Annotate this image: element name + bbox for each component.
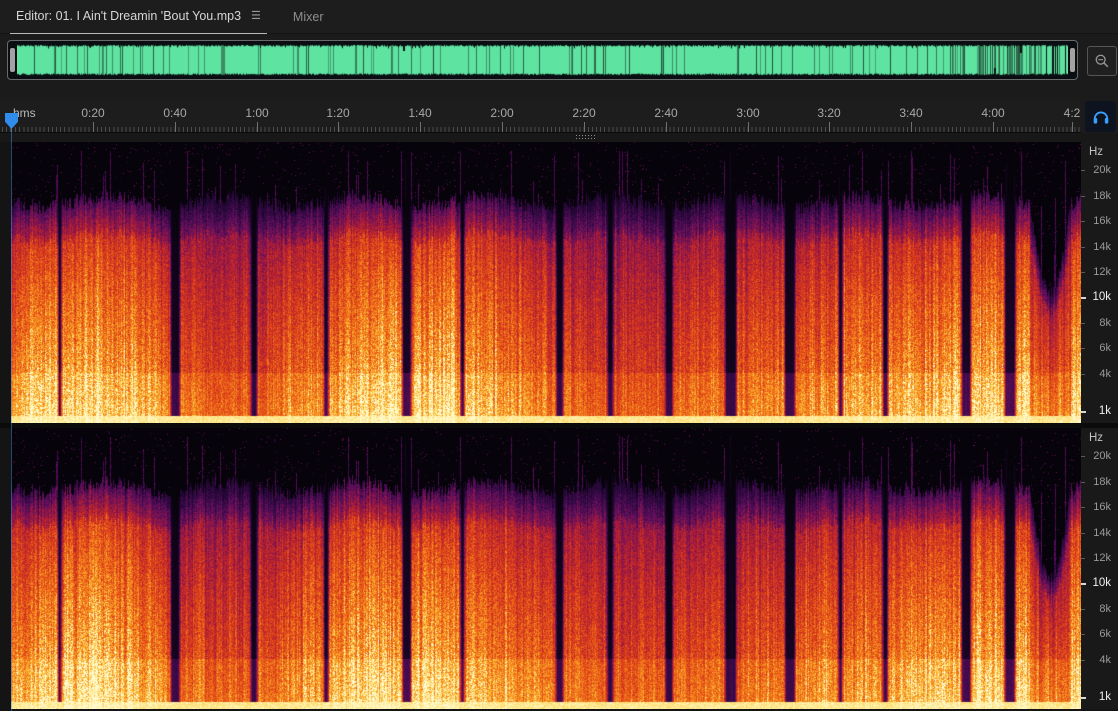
major-tick <box>748 122 749 132</box>
frequency-label: 12k <box>1093 552 1111 564</box>
frequency-label: 1k <box>1098 405 1111 417</box>
playhead-line <box>11 129 12 711</box>
major-tick <box>420 122 421 132</box>
spectrogram-canvas-left[interactable] <box>11 142 1081 423</box>
major-tick <box>584 122 585 132</box>
frequency-tick <box>1081 221 1085 222</box>
major-tick <box>1072 122 1073 132</box>
frequency-tick <box>1081 533 1085 534</box>
frequency-tick <box>1081 583 1086 585</box>
editor-tab-label: Editor: 01. I Ain't Dreamin 'Bout You.mp… <box>16 9 242 23</box>
selection-grip-dots[interactable] <box>575 134 597 140</box>
time-tick-label: 1:40 <box>408 106 432 120</box>
headphones-monitor-button[interactable] <box>1085 101 1116 132</box>
frequency-label: 10k <box>1092 577 1111 589</box>
major-tick <box>666 122 667 132</box>
navigator-left-handle[interactable] <box>10 48 15 72</box>
frequency-label: 14k <box>1093 241 1111 253</box>
frequency-label: 20k <box>1093 450 1111 462</box>
time-tick-label: 1:20 <box>326 106 350 120</box>
time-tick-label: 2:40 <box>654 106 678 120</box>
tab-editor[interactable]: Editor: 01. I Ain't Dreamin 'Bout You.mp… <box>10 0 267 34</box>
time-tick-label: 3:20 <box>817 106 841 120</box>
frequency-label: 6k <box>1099 628 1111 640</box>
major-tick <box>338 122 339 132</box>
frequency-tick <box>1081 507 1085 508</box>
frequency-tick <box>1081 323 1085 324</box>
frequency-label: 1k <box>1098 691 1111 703</box>
frequency-label: 12k <box>1093 266 1111 278</box>
frequency-tick <box>1081 374 1085 375</box>
major-tick <box>502 122 503 132</box>
frequency-label: 4k <box>1099 368 1111 380</box>
major-tick <box>257 122 258 132</box>
frequency-tick <box>1081 196 1085 197</box>
frequency-label: 16k <box>1093 501 1111 513</box>
frequency-tick <box>1081 558 1085 559</box>
major-tick <box>829 122 830 132</box>
frequency-tick <box>1081 297 1086 299</box>
navigator-right-handle[interactable] <box>1070 48 1075 72</box>
major-tick <box>93 122 94 132</box>
time-tick-label: 4:2 <box>1063 106 1081 120</box>
frequency-label: 18k <box>1093 190 1111 202</box>
audio-editor-window: Editor: 01. I Ain't Dreamin 'Bout You.mp… <box>0 0 1118 711</box>
panel-tab-bar: Editor: 01. I Ain't Dreamin 'Bout You.mp… <box>0 0 1118 34</box>
time-tick-label: 3:00 <box>736 106 760 120</box>
major-tick <box>911 122 912 132</box>
time-tick-label: 0:20 <box>81 106 105 120</box>
major-tick <box>993 122 994 132</box>
time-tick-label: 3:40 <box>899 106 923 120</box>
frequency-label: 10k <box>1092 291 1111 303</box>
zoom-navigator-icon <box>1095 54 1109 68</box>
frequency-tick <box>1081 482 1085 483</box>
time-tick-label: 1:00 <box>245 106 269 120</box>
subruler-strip <box>0 133 1118 142</box>
time-tick-label: 4:00 <box>981 106 1005 120</box>
frequency-tick <box>1081 272 1085 273</box>
frequency-unit-label: Hz <box>1089 432 1104 444</box>
frequency-label: 16k <box>1093 215 1111 227</box>
frequency-label: 8k <box>1099 317 1111 329</box>
time-tick-label: 0:40 <box>163 106 187 120</box>
time-tick-label: 2:20 <box>572 106 596 120</box>
frequency-label: 6k <box>1099 342 1111 354</box>
frequency-tick <box>1081 411 1086 413</box>
frequency-tick <box>1081 609 1085 610</box>
time-ruler[interactable]: hms 0:20 0:40 1:00 1:20 1:40 2:00 2:20 2:40 3:00… <box>0 100 1081 133</box>
frequency-label: 8k <box>1099 603 1111 615</box>
frequency-tick <box>1081 247 1085 248</box>
ruler-tickstrip <box>0 127 1081 132</box>
panel-menu-icon[interactable]: ☰ <box>251 10 261 22</box>
frequency-tick <box>1081 660 1085 661</box>
spectrogram-canvas-right[interactable] <box>11 428 1081 709</box>
frequency-label: 20k <box>1093 164 1111 176</box>
frequency-unit-label: Hz <box>1089 146 1104 158</box>
overview-waveform-canvas[interactable] <box>17 43 1068 77</box>
time-tick-label: 2:00 <box>490 106 514 120</box>
zoom-navigator-button[interactable] <box>1087 46 1117 76</box>
frequency-label: 14k <box>1093 527 1111 539</box>
headphones-monitor-icon <box>1093 111 1108 124</box>
frequency-tick <box>1081 634 1085 635</box>
tab-mixer[interactable]: Mixer <box>293 10 324 24</box>
frequency-tick <box>1081 170 1085 171</box>
major-tick <box>175 122 176 132</box>
zoom-navigator-strip[interactable] <box>7 40 1078 80</box>
frequency-tick <box>1081 697 1086 699</box>
frequency-label: 4k <box>1099 654 1111 666</box>
frequency-scale-left[interactable]: Hz 20k 18k 16k 14k 12k 10k 8k 6k 4k 1k <box>1081 142 1118 423</box>
frequency-scale-right[interactable]: Hz 20k 18k 16k 14k 12k 10k 8k 6k 4k 1k <box>1081 428 1118 709</box>
frequency-label: 18k <box>1093 476 1111 488</box>
frequency-tick <box>1081 348 1085 349</box>
mixer-tab-label: Mixer <box>292 9 324 24</box>
frequency-tick <box>1081 456 1085 457</box>
